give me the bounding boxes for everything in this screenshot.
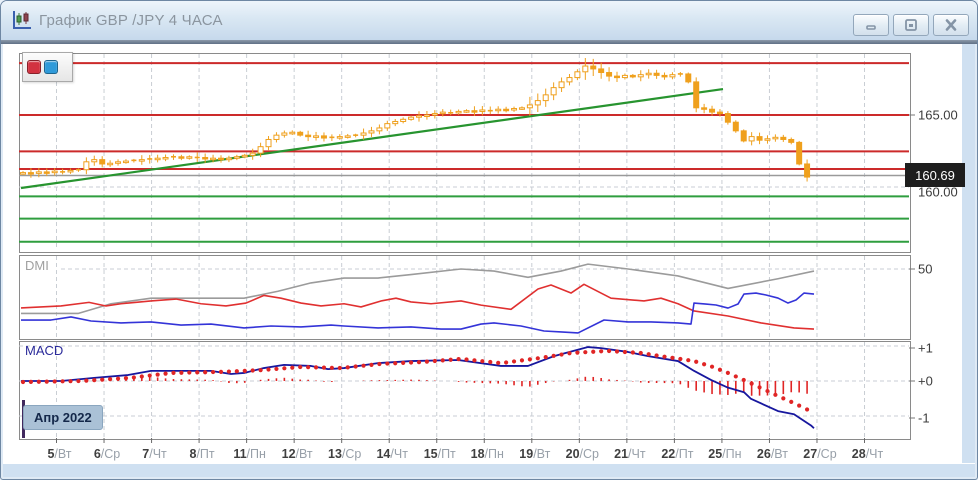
x-axis-label: 28/Чт [851, 447, 884, 461]
current-price-badge: 160.69 [905, 163, 965, 187]
macd-axis-label: +1 [918, 340, 933, 356]
x-axis-label: 13/Ср [327, 447, 362, 461]
indicator-toolbox [22, 52, 73, 82]
date-axis: 5/Вт 6/Ср 7/Чт 8/Пт 11/Пн 12/Вт 13/Ср 14/Чт 15/П… [3, 447, 977, 465]
macd-panel[interactable] [19, 341, 911, 440]
month-badge: Апр 2022 [23, 405, 103, 430]
chart-client-area: DMI MACD 165.00 160.00 50 +1 +0 -1 160.69 Апр… [3, 44, 975, 477]
x-axis-label: 12/Вт [281, 447, 313, 461]
price-panel[interactable] [19, 53, 911, 253]
x-axis-label: 15/Пт [423, 447, 456, 461]
x-axis-label: 14/Чт [376, 447, 408, 461]
minimize-icon [866, 25, 876, 30]
x-axis-label: 11/Пн [233, 447, 266, 461]
x-axis-label: 18/Пн [470, 447, 504, 461]
dmi-panel[interactable] [19, 255, 911, 340]
close-button[interactable] [933, 14, 969, 36]
x-axis-label: 27/Ср [803, 447, 837, 461]
x-axis-label: 21/Чт [614, 447, 646, 461]
x-axis-label: 19/Вт [519, 447, 551, 461]
price-axis-label: 165.00 [918, 107, 958, 123]
window-title: График GBP /JPY 4 ЧАСА [39, 12, 223, 29]
red-tool-button[interactable] [27, 60, 41, 74]
frame-bottom-strip [3, 463, 975, 477]
dmi-axis-label: 50 [918, 261, 933, 277]
x-axis-label: 20/Ср [565, 447, 600, 461]
close-icon [945, 19, 957, 31]
dmi-label: DMI [25, 258, 49, 273]
maximize-icon [905, 19, 917, 31]
blue-tool-button[interactable] [44, 60, 58, 74]
chart-window: График GBP /JPY 4 ЧАСА DMI MACD 165.00 1… [0, 0, 978, 480]
x-axis-label: 22/Пт [661, 447, 694, 461]
macd-axis-label: -1 [918, 410, 930, 426]
title-bar[interactable]: График GBP /JPY 4 ЧАСА [1, 1, 977, 41]
x-axis-label: 7/Чт [142, 447, 167, 461]
x-axis-label: 26/Вт [756, 447, 788, 461]
maximize-button[interactable] [893, 14, 929, 36]
candlestick-chart-icon [13, 11, 31, 29]
x-axis-label: 8/Пт [189, 447, 215, 461]
x-axis-label: 25/Пн [708, 447, 742, 461]
macd-label: MACD [25, 343, 64, 358]
minimize-button[interactable] [853, 14, 889, 36]
x-axis-label: 6/Ср [93, 447, 121, 461]
frame-right-strip [961, 44, 975, 477]
macd-axis-label: +0 [918, 373, 933, 389]
x-axis-label: 5/Вт [47, 447, 72, 461]
